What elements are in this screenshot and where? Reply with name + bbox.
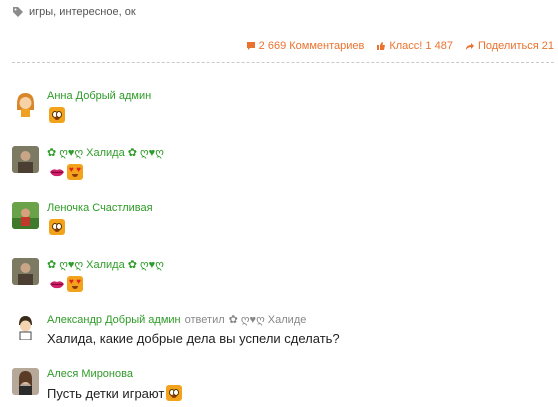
comment-author[interactable]: ✿ ღ♥ღ Халида ✿ ღ♥ღ (47, 146, 164, 159)
comment-text (47, 164, 164, 180)
reply-to-user[interactable]: ✿ ღ♥ღ Халиде (229, 313, 307, 326)
avatar[interactable] (12, 313, 39, 340)
comment-icon (246, 42, 255, 50)
comment-author[interactable]: ✿ ღ♥ღ Халида ✿ ღ♥ღ (47, 258, 164, 271)
like-button[interactable]: Класс! 1 487 (376, 40, 453, 52)
avatar-image (12, 90, 39, 117)
like-count-label: Класс! 1 487 (389, 40, 453, 52)
heart-eyes-face-icon (67, 276, 83, 292)
comment-text (47, 219, 153, 235)
share-count-label: Поделиться 21 (477, 40, 554, 52)
comment-author[interactable]: Александр Добрый админ (47, 314, 181, 326)
avatar[interactable] (12, 202, 39, 229)
comment-item: ✿ ღ♥ღ Халида ✿ ღ♥ღ (12, 146, 554, 180)
reply-indicator: ответил (184, 313, 225, 326)
thumbs-up-icon (377, 42, 386, 50)
avatar-image (12, 368, 39, 395)
avatar-image (12, 146, 39, 173)
avatar[interactable] (12, 368, 39, 395)
avatar[interactable] (12, 146, 39, 173)
comment-author[interactable]: Леночка Счастливая (47, 202, 153, 214)
comment-item: Анна Добрый админ (12, 90, 554, 123)
comment-text (47, 276, 164, 292)
smile-face-icon (49, 219, 65, 235)
comment-item: Алеся Миронова Пусть детки играют (12, 368, 554, 401)
share-button[interactable]: Поделиться 21 (465, 40, 554, 52)
comment-item: Александр Добрый админ ответил ✿ ღ♥ღ Хал… (12, 313, 554, 346)
tag-icon (13, 7, 23, 17)
comment-item: Леночка Счастливая (12, 202, 554, 235)
avatar[interactable] (12, 258, 39, 285)
comments-count-button[interactable]: 2 669 Комментариев (246, 40, 365, 52)
comment-text: Халида, какие добрые дела вы успели сдел… (47, 331, 340, 346)
post-stats: 2 669 Комментариев Класс! 1 487 Поделить… (246, 40, 554, 52)
heart-eyes-face-icon (67, 164, 83, 180)
divider (12, 62, 554, 63)
avatar-image (12, 258, 39, 285)
share-icon (465, 43, 474, 50)
lips-icon (50, 169, 64, 177)
avatar-image (12, 202, 39, 229)
comment-author[interactable]: Алеся Миронова (47, 368, 133, 380)
comments-count-label: 2 669 Комментариев (258, 40, 365, 52)
avatar-image (12, 313, 39, 340)
avatar[interactable] (12, 90, 39, 117)
smile-face-icon (49, 107, 65, 123)
tags-text[interactable]: игры, интересное, ок (29, 6, 136, 18)
tags-line: игры, интересное, ок (12, 6, 136, 18)
comment-text: Пусть детки играют (47, 385, 183, 401)
smile-face-icon (166, 385, 183, 401)
comment-text (47, 107, 151, 123)
comment-item: ✿ ღ♥ღ Халида ✿ ღ♥ღ (12, 258, 554, 292)
comment-author[interactable]: Анна Добрый админ (47, 90, 151, 102)
lips-icon (50, 281, 64, 289)
